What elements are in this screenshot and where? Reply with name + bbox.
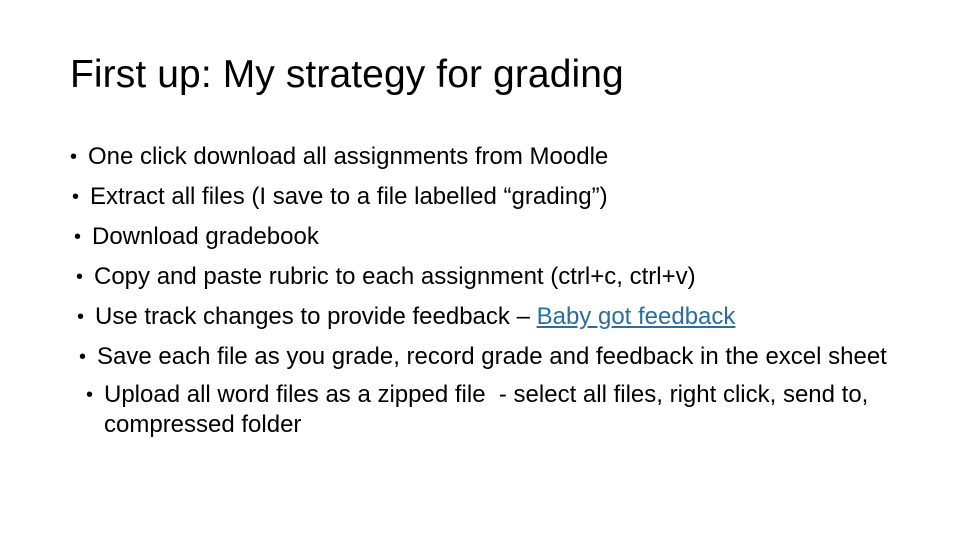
- list-item: • Copy and paste rubric to each assignme…: [64, 262, 904, 292]
- list-item-text-prefix: Use track changes to provide feedback –: [95, 303, 537, 330]
- bullet-icon: •: [74, 226, 82, 248]
- slide-canvas: First up: My strategy for grading • One …: [0, 0, 960, 540]
- list-item-text: Save each file as you grade, record grad…: [97, 343, 887, 370]
- list-item: • Download gradebook: [64, 222, 904, 252]
- feedback-hyperlink[interactable]: Baby got feedback: [537, 303, 736, 330]
- list-item: • Upload all word files as a zipped file…: [64, 380, 904, 440]
- bullet-icon: •: [86, 384, 94, 406]
- list-item: • Extract all files (I save to a file la…: [64, 182, 904, 212]
- page-title: First up: My strategy for grading: [70, 53, 624, 96]
- list-item: • Save each file as you grade, record gr…: [64, 342, 904, 372]
- list-item: • One click download all assignments fro…: [64, 142, 904, 172]
- list-item-text: Upload all word files as a zipped file -…: [104, 381, 876, 438]
- list-item-text: Use track changes to provide feedback – …: [95, 302, 904, 332]
- bullet-list: • One click download all assignments fro…: [64, 142, 904, 448]
- bullet-icon: •: [79, 346, 87, 368]
- bullet-icon: •: [76, 266, 84, 288]
- bullet-icon: •: [77, 306, 85, 328]
- list-item-text: Extract all files (I save to a file labe…: [90, 183, 608, 210]
- list-item-text: Copy and paste rubric to each assignment…: [94, 263, 696, 290]
- list-item-text: Download gradebook: [92, 223, 319, 250]
- bullet-icon: •: [70, 146, 78, 168]
- list-item-with-link: • Use track changes to provide feedback …: [64, 302, 904, 332]
- bullet-icon: •: [72, 186, 80, 208]
- list-item-text: One click download all assignments from …: [88, 143, 609, 170]
